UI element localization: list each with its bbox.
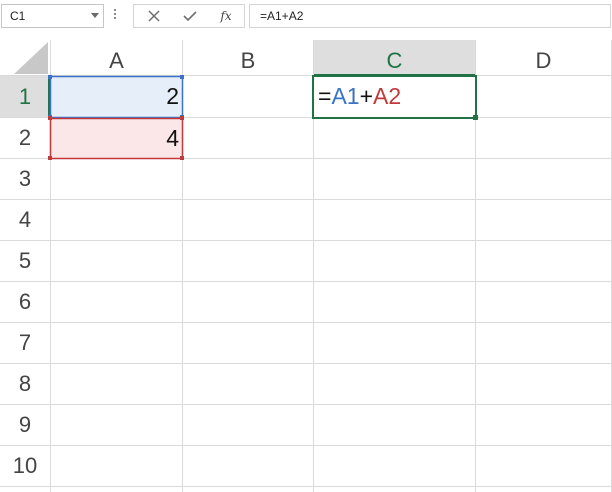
- insert-function-button[interactable]: fx: [214, 7, 238, 25]
- spreadsheet-grid[interactable]: A B C D 1 2 3 4 5 6 7 8 9 10 2 4 =A1+A2: [0, 34, 612, 492]
- formula-bar: C1 fx =A1+A2: [0, 0, 612, 34]
- row-header-2[interactable]: 2: [0, 118, 50, 158]
- row-header-4[interactable]: 4: [0, 200, 50, 240]
- row-header-7[interactable]: 7: [0, 323, 50, 363]
- enter-button[interactable]: [178, 7, 202, 25]
- name-box[interactable]: C1: [1, 4, 104, 28]
- column-header-b[interactable]: B: [183, 46, 313, 76]
- row-header-8[interactable]: 8: [0, 364, 50, 404]
- formula-buttons: fx: [133, 4, 245, 28]
- check-icon: [183, 11, 197, 22]
- chevron-down-icon[interactable]: [91, 13, 99, 18]
- row-header-3[interactable]: 3: [0, 159, 50, 199]
- cell-c1[interactable]: =A1+A2: [318, 76, 468, 117]
- formula-value: =A1+A2: [260, 9, 304, 23]
- name-box-value: C1: [10, 9, 26, 23]
- cell-a1[interactable]: 2: [51, 76, 179, 117]
- formula-ref-a1: A1: [331, 83, 360, 109]
- row-header-10[interactable]: 10: [0, 446, 50, 486]
- row-header-5[interactable]: 5: [0, 241, 50, 281]
- fill-handle[interactable]: [473, 115, 478, 120]
- formula-ref-a2: A2: [373, 83, 402, 109]
- formula-equals: =: [318, 83, 332, 109]
- column-header-d[interactable]: D: [476, 46, 611, 76]
- cancel-button[interactable]: [142, 7, 166, 25]
- close-icon: [148, 10, 160, 22]
- formula-operator: +: [359, 83, 374, 109]
- function-icon: fx: [220, 9, 232, 23]
- formula-input[interactable]: =A1+A2: [249, 4, 611, 28]
- row-header-1[interactable]: 1: [0, 76, 50, 117]
- formula-bar-grip-icon[interactable]: [114, 9, 117, 23]
- column-header-c[interactable]: C: [314, 46, 475, 76]
- row-header-6[interactable]: 6: [0, 282, 50, 322]
- row-header-9[interactable]: 9: [0, 405, 50, 445]
- column-header-a[interactable]: A: [51, 46, 182, 76]
- cell-a2[interactable]: 4: [51, 118, 179, 158]
